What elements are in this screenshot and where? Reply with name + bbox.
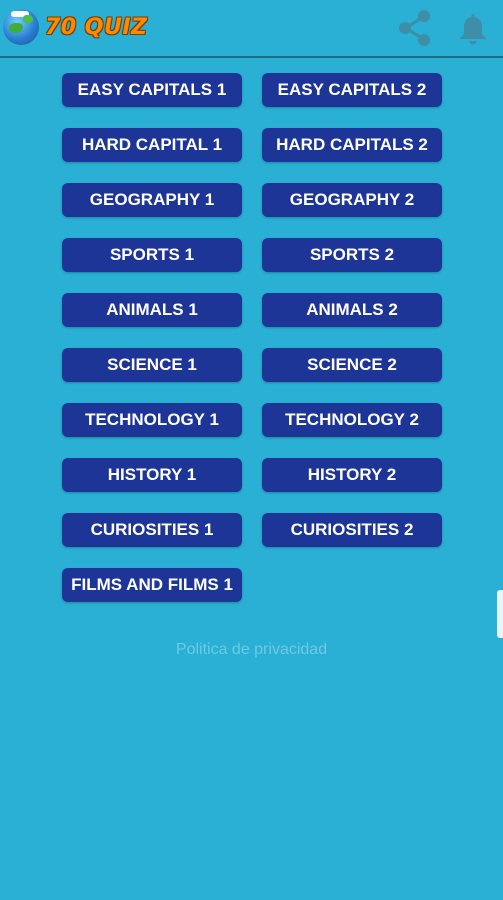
quiz-button-science-1[interactable]: SCIENCE 1	[62, 348, 242, 382]
quiz-button-geography-1[interactable]: GEOGRAPHY 1	[62, 183, 242, 217]
quiz-button-technology-1[interactable]: TECHNOLOGY 1	[62, 403, 242, 437]
quiz-button-hard-capital-1[interactable]: HARD CAPITAL 1	[62, 128, 242, 162]
quiz-button-science-2[interactable]: SCIENCE 2	[262, 348, 442, 382]
quiz-button-animals-1[interactable]: ANIMALS 1	[62, 293, 242, 327]
quiz-button-sports-2[interactable]: SPORTS 2	[262, 238, 442, 272]
quiz-button-curiosities-2[interactable]: CURIOSITIES 2	[262, 513, 442, 547]
quiz-grid: EASY CAPITALS 1 EASY CAPITALS 2 HARD CAP…	[0, 0, 503, 900]
quiz-button-easy-capitals-1[interactable]: EASY CAPITALS 1	[62, 73, 242, 107]
scrollbar-thumb[interactable]	[497, 590, 503, 638]
quiz-button-history-2[interactable]: HISTORY 2	[262, 458, 442, 492]
quiz-button-films-and-films-1[interactable]: FILMS AND FILMS 1	[62, 568, 242, 602]
quiz-button-geography-2[interactable]: GEOGRAPHY 2	[262, 183, 442, 217]
quiz-button-curiosities-1[interactable]: CURIOSITIES 1	[62, 513, 242, 547]
quiz-button-easy-capitals-2[interactable]: EASY CAPITALS 2	[262, 73, 442, 107]
quiz-button-history-1[interactable]: HISTORY 1	[62, 458, 242, 492]
quiz-button-animals-2[interactable]: ANIMALS 2	[262, 293, 442, 327]
quiz-button-sports-1[interactable]: SPORTS 1	[62, 238, 242, 272]
privacy-policy-link[interactable]: Politica de privacidad	[0, 641, 503, 659]
quiz-button-technology-2[interactable]: TECHNOLOGY 2	[262, 403, 442, 437]
quiz-button-hard-capitals-2[interactable]: HARD CAPITALS 2	[262, 128, 442, 162]
